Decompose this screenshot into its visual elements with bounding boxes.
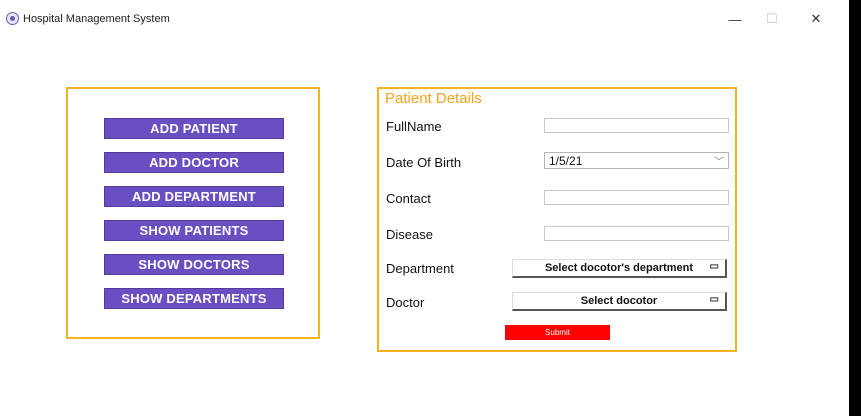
disease-input[interactable] — [544, 226, 729, 241]
fullname-label: FullName — [386, 119, 442, 134]
department-dropdown-value: Select docotor's department — [544, 262, 694, 274]
department-dropdown[interactable]: Select docotor's department ▭ — [512, 259, 727, 278]
contact-label: Contact — [386, 191, 431, 206]
show-departments-button[interactable]: SHOW DEPARTMENTS — [104, 288, 284, 309]
maximize-button[interactable]: ☐ — [752, 4, 792, 34]
contact-input[interactable] — [544, 190, 729, 205]
menu-panel: ADD PATIENT ADD DOCTOR ADD DEPARTMENT SH… — [66, 87, 320, 339]
patient-details-form: Patient Details FullName Date Of Birth 1… — [377, 87, 737, 352]
hospital-logo-icon — [6, 12, 19, 25]
window-title: Hospital Management System — [23, 13, 170, 25]
window-edge — [849, 0, 861, 416]
show-patients-button[interactable]: SHOW PATIENTS — [104, 220, 284, 241]
option-menu-icon: ▭ — [709, 261, 719, 272]
option-menu-icon: ▭ — [709, 294, 719, 305]
form-title: Patient Details — [385, 90, 482, 107]
close-button[interactable]: ✕ — [796, 4, 836, 34]
minimize-button[interactable]: — — [715, 4, 755, 34]
add-department-button[interactable]: ADD DEPARTMENT — [104, 186, 284, 207]
chevron-down-icon: ﹀ — [714, 157, 724, 168]
department-label: Department — [386, 261, 454, 276]
title-bar: Hospital Management System — ☐ ✕ — [0, 0, 861, 38]
dob-date-picker[interactable]: 1/5/21 ﹀ — [544, 152, 729, 169]
add-doctor-button[interactable]: ADD DOCTOR — [104, 152, 284, 173]
dob-label: Date Of Birth — [386, 155, 462, 170]
show-doctors-button[interactable]: SHOW DOCTORS — [104, 254, 284, 275]
dob-value: 1/5/21 — [549, 154, 583, 168]
doctor-label: Doctor — [386, 295, 425, 310]
doctor-dropdown-value: Select docotor — [580, 295, 658, 307]
add-patient-button[interactable]: ADD PATIENT — [104, 118, 284, 139]
submit-button[interactable]: Submit — [505, 325, 610, 340]
doctor-dropdown[interactable]: Select docotor ▭ — [512, 292, 727, 311]
fullname-input[interactable] — [544, 118, 729, 133]
disease-label: Disease — [386, 227, 433, 242]
